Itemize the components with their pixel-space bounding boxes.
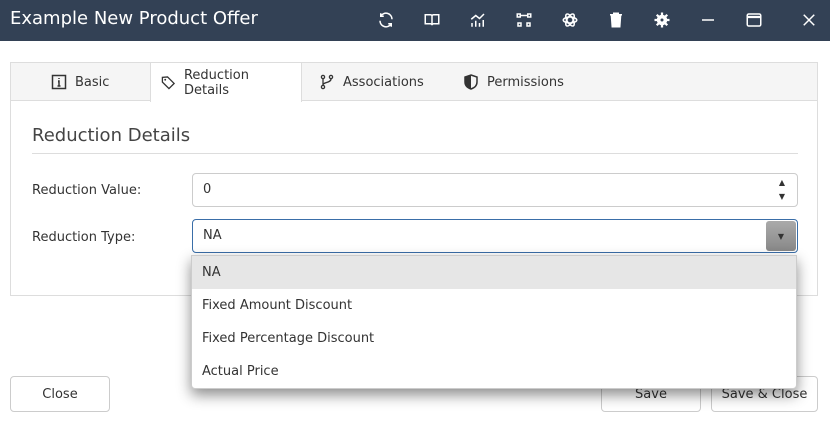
increment-icon[interactable]: ▲ — [779, 178, 785, 187]
reduction-type-select[interactable]: NA ▼ — [192, 219, 798, 253]
window-title: Example New Product Offer — [10, 8, 258, 29]
close-button[interactable]: Close — [10, 376, 110, 412]
tag-icon — [161, 75, 176, 90]
tab-label: Basic — [75, 74, 110, 90]
reduction-value-input[interactable]: 0 ▲ ▼ — [192, 173, 798, 207]
reduction-type-value: NA — [203, 228, 222, 243]
option-actual-price[interactable]: Actual Price — [192, 355, 796, 388]
divider — [32, 153, 798, 154]
tab-label: Associations — [343, 74, 424, 90]
info-icon — [51, 74, 67, 90]
refresh-icon[interactable] — [374, 8, 398, 32]
branch-icon — [320, 74, 334, 90]
tab-associations[interactable]: Associations — [309, 63, 434, 101]
book-icon[interactable] — [420, 8, 444, 32]
shield-icon — [464, 74, 478, 90]
reduction-value-label: Reduction Value: — [32, 183, 142, 198]
minimize-icon[interactable] — [696, 8, 720, 32]
tab-label: Reduction Details — [183, 67, 249, 98]
title-bar: Example New Product Offer — [0, 0, 830, 41]
maximize-icon[interactable] — [742, 8, 766, 32]
close-icon[interactable] — [797, 8, 821, 32]
option-fixed-amount[interactable]: Fixed Amount Discount — [192, 289, 796, 322]
decrement-icon[interactable]: ▼ — [779, 192, 785, 201]
tab-label: Permissions — [487, 74, 564, 90]
section-heading: Reduction Details — [32, 125, 191, 146]
reduction-type-dropdown: NA Fixed Amount Discount Fixed Percentag… — [191, 255, 797, 389]
gear-icon[interactable] — [650, 8, 674, 32]
option-na[interactable]: NA — [192, 256, 796, 289]
option-fixed-percentage[interactable]: Fixed Percentage Discount — [192, 322, 796, 355]
tab-basic[interactable]: Basic — [41, 63, 119, 101]
tab-permissions[interactable]: Permissions — [453, 63, 574, 101]
reduction-type-label: Reduction Type: — [32, 230, 136, 245]
reduction-value-text: 0 — [203, 182, 212, 197]
atom-icon[interactable] — [558, 8, 582, 32]
chart-icon[interactable] — [466, 8, 490, 32]
diagram-icon[interactable] — [512, 8, 536, 32]
tab-strip: Basic Reduction Details Associations Per… — [11, 63, 817, 102]
trash-icon[interactable] — [604, 8, 628, 32]
tab-reduction-details[interactable]: Reduction Details — [150, 63, 302, 102]
chevron-down-icon[interactable]: ▼ — [766, 221, 796, 251]
